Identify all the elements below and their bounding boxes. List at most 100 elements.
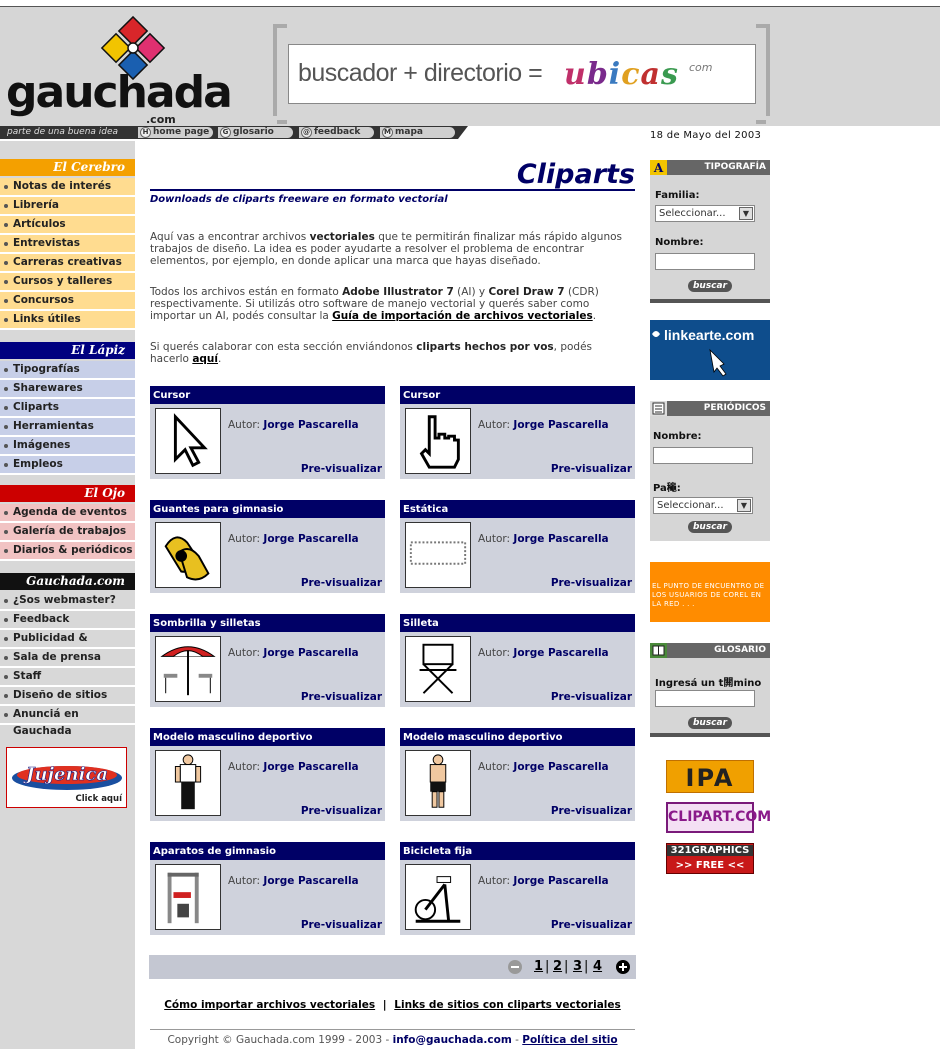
nav-home-page[interactable]: H home page — [138, 127, 213, 138]
author-name-link[interactable]: Jorge Pascarella — [263, 875, 358, 887]
collab-paragraph: Si querés calaborar con esta sección env… — [150, 341, 630, 365]
navbar-strip: parte de una buena idea H home page G gl… — [0, 126, 468, 139]
at-icon: @ — [301, 127, 312, 138]
sidebar-item[interactable]: Diseño de sitios web — [0, 687, 135, 718]
author-name-link[interactable]: Jorge Pascarella — [513, 419, 608, 431]
sidebar-item[interactable]: ¿Sos webmaster? — [0, 592, 135, 611]
sidebar-item[interactable]: Concursos — [0, 292, 135, 311]
pais-select[interactable]: Seleccionar... ▼ — [653, 497, 753, 514]
clipart-thumbnail[interactable] — [155, 864, 221, 930]
clipart-card-title: Estática — [400, 500, 635, 518]
sidebar-item[interactable]: Entrevistas — [0, 235, 135, 254]
ubicas-banner[interactable]: buscador + directorio = ubicas com — [288, 44, 756, 104]
sidebar-item[interactable]: Staff — [0, 668, 135, 687]
periodicos-nombre-input[interactable] — [653, 447, 753, 464]
preview-link[interactable]: Pre-visualizar — [301, 577, 382, 589]
author-name-link[interactable]: Jorge Pascarella — [513, 533, 608, 545]
sidebar-item[interactable]: Agenda de eventos — [0, 504, 135, 523]
clipart-thumbnail[interactable] — [405, 864, 471, 930]
preview-link[interactable]: Pre-visualizar — [551, 577, 632, 589]
sidebar-section-gauchada: Gauchada.com — [0, 573, 135, 590]
author-name-link[interactable]: Jorge Pascarella — [513, 875, 608, 887]
author-label: Autor: — [228, 761, 261, 773]
familia-select[interactable]: Seleccionar... ▼ — [655, 205, 755, 222]
sidebar-item[interactable]: Galería de trabajos — [0, 523, 135, 542]
nav-mapa[interactable]: M mapa — [380, 127, 455, 138]
ipa-ad[interactable]: IPA — [666, 760, 754, 793]
glosario-term-input[interactable] — [655, 690, 755, 707]
clipart-thumbnail[interactable] — [405, 522, 471, 588]
sidebar-item[interactable]: Empleos — [0, 456, 135, 475]
sidebar-item[interactable]: Cursos y talleres — [0, 273, 135, 292]
vector-sites-link[interactable]: Links de sitios con cliparts vectoriales — [394, 999, 620, 1011]
nav-glosario[interactable]: G glosario — [218, 127, 293, 138]
author-name-link[interactable]: Jorge Pascarella — [263, 419, 358, 431]
preview-link[interactable]: Pre-visualizar — [301, 805, 382, 817]
p2-text-c: (AI) y — [453, 286, 489, 298]
sidebar-item[interactable]: Diarios & periódicos — [0, 542, 135, 561]
preview-link[interactable]: Pre-visualizar — [551, 463, 632, 475]
preview-link[interactable]: Pre-visualizar — [301, 919, 382, 931]
copyright-text: Copyright © Gauchada.com 1999 - 2003 - — [167, 1034, 393, 1046]
preview-link[interactable]: Pre-visualizar — [301, 463, 382, 475]
glosario-search-button[interactable]: buscar — [688, 717, 732, 729]
author-name-link[interactable]: Jorge Pascarella — [513, 761, 608, 773]
sidebar-item[interactable]: Imágenes — [0, 437, 135, 456]
sidebar-item[interactable]: Sala de prensa — [0, 649, 135, 668]
clipart-thumbnail[interactable] — [155, 522, 221, 588]
tipografia-nombre-input[interactable] — [655, 253, 755, 270]
sidebar-item[interactable]: Tipografías — [0, 361, 135, 380]
sidebar-item[interactable]: Artículos — [0, 216, 135, 235]
collab-here-link[interactable]: aquí — [192, 353, 218, 365]
sidebar-item[interactable]: Notas de interés — [0, 178, 135, 197]
author-name-link[interactable]: Jorge Pascarella — [263, 533, 358, 545]
preview-link[interactable]: Pre-visualizar — [551, 691, 632, 703]
author-name-link[interactable]: Jorge Pascarella — [263, 761, 358, 773]
clipart-thumbnail[interactable] — [405, 408, 471, 474]
linkearte-ad[interactable]: linkearte.com — [650, 320, 770, 380]
clipart-card: Estática Autor: Jorge Pascarella Pre-visua… — [400, 500, 635, 593]
import-vectors-link[interactable]: Cómo importar archivos vectoriales — [164, 999, 375, 1011]
page-4-link[interactable]: 4 — [593, 959, 602, 974]
clipart-thumbnail[interactable] — [405, 750, 471, 816]
nav-feedback[interactable]: @ feedback — [299, 127, 374, 138]
sidebar-item[interactable]: Herramientas — [0, 418, 135, 437]
prev-page-icon[interactable] — [507, 959, 523, 975]
clipart-author: Autor: Jorge Pascarella — [228, 875, 359, 887]
preview-link[interactable]: Pre-visualizar — [551, 919, 632, 931]
sidebar-item[interactable]: Links útiles — [0, 311, 135, 330]
321graphics-text: 321GRAPHICS — [667, 845, 753, 856]
sidebar-item[interactable]: Feedback — [0, 611, 135, 630]
page-2-link[interactable]: 2 — [553, 959, 562, 974]
author-name-link[interactable]: Jorge Pascarella — [263, 647, 358, 659]
tipografia-search-button[interactable]: buscar — [688, 280, 732, 292]
321graphics-ad[interactable]: 321GRAPHICS >> FREE << — [666, 843, 754, 874]
jujenica-ad[interactable]: Jujenica Click aquí — [6, 747, 127, 808]
sidebar-item[interactable]: Cliparts — [0, 399, 135, 418]
preview-link[interactable]: Pre-visualizar — [551, 805, 632, 817]
next-page-icon[interactable] — [615, 959, 631, 975]
clipart-thumbnail[interactable] — [155, 408, 221, 474]
author-name-link[interactable]: Jorge Pascarella — [513, 647, 608, 659]
sidebar-item[interactable]: Anunciá en Gauchada — [0, 706, 135, 737]
site-policy-link[interactable]: Política del sitio — [522, 1034, 617, 1046]
clipart-com-ad[interactable]: CLIPART.COM — [666, 802, 771, 833]
periodicos-search-button[interactable]: buscar — [688, 521, 732, 533]
clipart-thumbnail[interactable] — [155, 750, 221, 816]
gauchada-logo[interactable]: gauchada .com — [6, 15, 233, 127]
sidebar-item[interactable]: Carreras creativas — [0, 254, 135, 273]
clipart-thumbnail[interactable] — [405, 636, 471, 702]
sidebar-item[interactable]: Publicidad & difusión — [0, 630, 135, 661]
import-guide-link[interactable]: Guía de importación de archivos vectoria… — [332, 310, 593, 322]
corel-ad[interactable]: EL PUNTO DE ENCUENTRO DE LOS USUARIOS DE… — [650, 562, 770, 622]
sidebar-item[interactable]: Sharewares — [0, 380, 135, 399]
page-sep-3: | — [584, 959, 589, 974]
preview-link[interactable]: Pre-visualizar — [301, 691, 382, 703]
contact-email[interactable]: info@gauchada.com — [393, 1034, 512, 1046]
page-3-link[interactable]: 3 — [573, 959, 582, 974]
periodicos-header: PERIÓDICOS — [650, 401, 770, 416]
clipart-card: Silleta Autor: Jorge Pascarella Pre-visual… — [400, 614, 635, 707]
page-1-link[interactable]: 1 — [534, 959, 543, 974]
sidebar-item[interactable]: Librería — [0, 197, 135, 216]
clipart-thumbnail[interactable] — [155, 636, 221, 702]
